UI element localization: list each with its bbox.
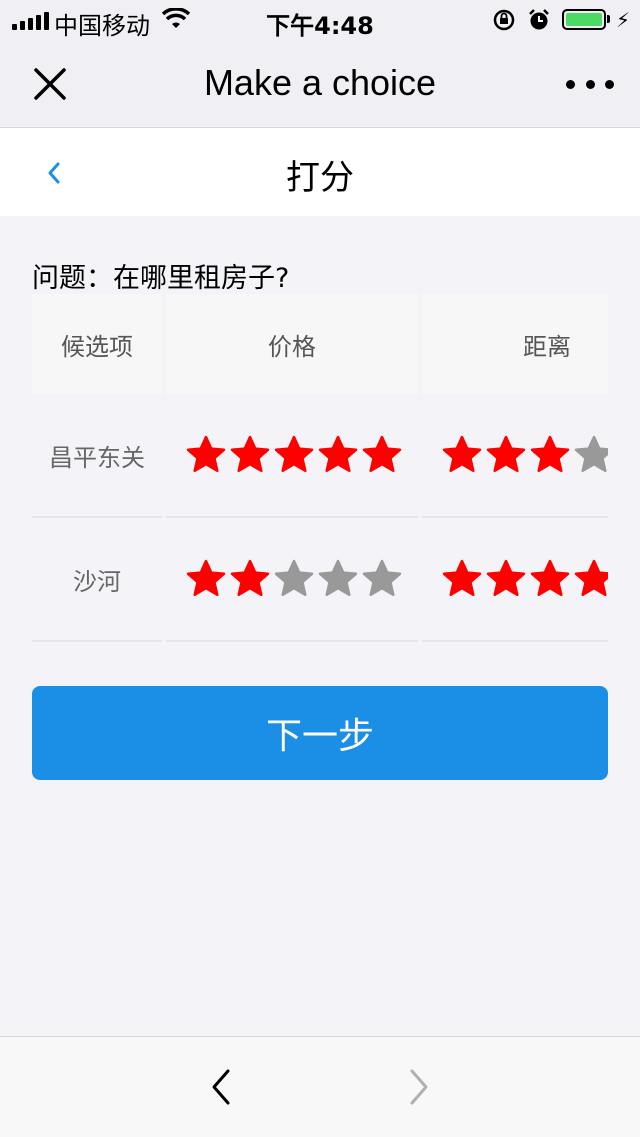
star-empty-icon[interactable]	[362, 559, 402, 599]
distance-rating[interactable]	[422, 394, 608, 518]
next-step-button[interactable]: 下一步	[32, 686, 608, 780]
star-filled-icon[interactable]	[230, 559, 270, 599]
star-filled-icon[interactable]	[186, 435, 226, 475]
distance-rating[interactable]	[422, 518, 608, 642]
header-price: 价格	[166, 294, 418, 394]
orientation-lock-icon	[493, 9, 515, 31]
charging-icon: ⚡	[616, 8, 631, 32]
star-filled-icon[interactable]	[530, 435, 570, 475]
star-filled-icon[interactable]	[230, 435, 270, 475]
table-row-label: 昌平东关	[32, 394, 162, 518]
nav-bar: Make a choice	[0, 40, 640, 128]
chevron-left-icon[interactable]	[206, 1067, 236, 1107]
page-title: 打分	[286, 158, 354, 198]
star-filled-icon[interactable]	[318, 435, 358, 475]
price-rating[interactable]	[166, 518, 418, 642]
nav-title: Make a choice	[203, 62, 437, 103]
chevron-right-icon[interactable]	[404, 1067, 434, 1107]
bottom-toolbar	[0, 1036, 640, 1137]
header-candidate: 候选项	[32, 294, 162, 394]
star-filled-icon[interactable]	[486, 559, 526, 599]
star-filled-icon[interactable]	[186, 559, 226, 599]
question-text: 问题：在哪里租房子?	[32, 263, 290, 294]
star-empty-icon[interactable]	[574, 435, 608, 475]
status-bar: 中国移动 下午4:48 ⚡	[0, 0, 640, 40]
star-filled-icon[interactable]	[486, 435, 526, 475]
alarm-icon	[529, 9, 549, 30]
star-filled-icon[interactable]	[442, 435, 482, 475]
battery-icon	[562, 9, 606, 30]
star-filled-icon[interactable]	[274, 435, 314, 475]
star-filled-icon[interactable]	[362, 435, 402, 475]
star-filled-icon[interactable]	[574, 559, 608, 599]
header-distance: 距离	[422, 294, 608, 394]
price-rating[interactable]	[166, 394, 418, 518]
star-filled-icon[interactable]	[442, 559, 482, 599]
star-empty-icon[interactable]	[274, 559, 314, 599]
page-header: 打分	[0, 128, 640, 216]
more-dots-icon[interactable]	[566, 80, 614, 90]
star-filled-icon[interactable]	[530, 559, 570, 599]
table-row-label: 沙河	[32, 518, 162, 642]
battery-tip	[607, 15, 610, 23]
star-empty-icon[interactable]	[318, 559, 358, 599]
